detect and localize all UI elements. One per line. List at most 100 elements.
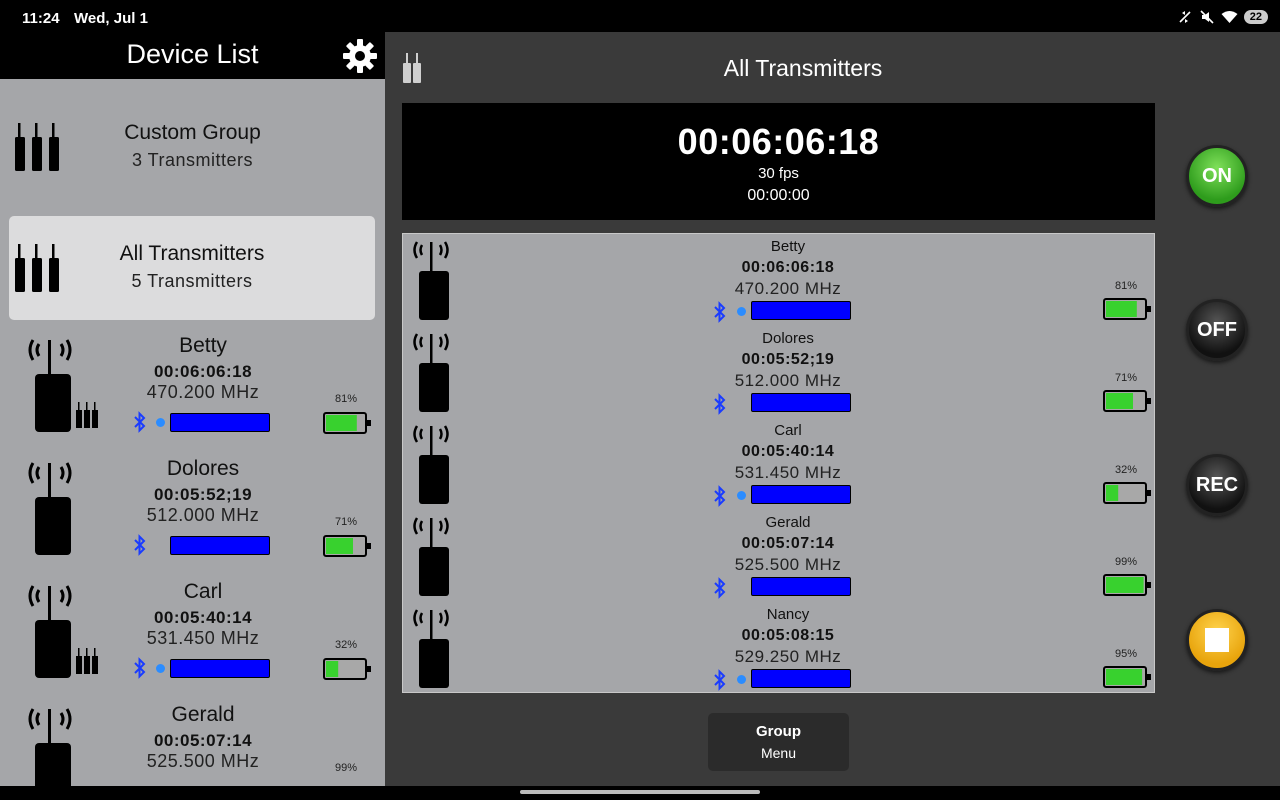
battery-percent: 71% (334, 516, 358, 528)
timecode-sub: 00:00:00 (747, 187, 810, 204)
transmitter-name: Carl (774, 422, 802, 439)
group-name: All Transmitters (119, 242, 265, 265)
rec-button[interactable]: REC (1186, 454, 1248, 516)
rf-level-bar (751, 485, 851, 504)
transmitter-name: Dolores (166, 457, 240, 480)
group-menu-button[interactable]: Group Menu (708, 713, 849, 771)
group-menu-label-1: Group (756, 723, 801, 740)
battery-percent: 99% (334, 762, 358, 774)
page-title: Device List (126, 39, 259, 69)
transmitter-item[interactable]: Dolores 00:05:52;19 512.000 MHz 71% (0, 457, 385, 580)
mute-icon (1200, 10, 1214, 24)
transmitter-timecode: 00:06:06:18 (741, 259, 835, 276)
timecode-main: 00:06:06:18 (677, 121, 880, 162)
transmitter-timecode: 00:05:40:14 (153, 608, 253, 627)
transmitter-timecode: 00:05:52;19 (153, 485, 253, 504)
battery-icon (1103, 390, 1151, 412)
transmitter-frequency: 470.200 MHz (734, 279, 842, 298)
off-button[interactable]: OFF (1186, 299, 1248, 361)
transmitter-frequency: 470.200 MHz (146, 382, 260, 402)
transmitter-name: Betty (179, 334, 227, 357)
transmitter-timecode: 00:06:06:18 (153, 362, 253, 381)
transmitter-icon (413, 241, 449, 320)
transmitter-name: Gerald (171, 703, 235, 726)
transmitter-row[interactable]: Nancy 00:05:08:15 529.250 MHz 95% (403, 602, 1156, 694)
rf-level-bar (751, 577, 851, 596)
no-sync-icon (1179, 11, 1191, 23)
stop-button[interactable] (1186, 609, 1248, 671)
transmitter-timecode: 00:05:07:14 (153, 731, 253, 750)
device-list-header: Device List (0, 32, 385, 79)
battery-percent: 71% (1114, 372, 1138, 384)
gear-icon[interactable] (342, 38, 378, 74)
transmitter-name: Dolores (762, 330, 814, 347)
status-time: 11:24 (22, 10, 60, 27)
battery-icon (323, 535, 371, 557)
battery-icon (1103, 574, 1151, 596)
transmitter-list: Betty 00:06:06:18 470.200 MHz 81% Dolore… (402, 233, 1155, 693)
transmitter-icon (28, 585, 72, 678)
transmitter-row[interactable]: Carl 00:05:40:14 531.450 MHz 32% (403, 418, 1156, 510)
transmitter-timecode: 00:05:08:15 (741, 627, 835, 644)
navigation-bar (0, 786, 1280, 800)
transmitter-pair-icon (403, 53, 421, 83)
transmitter-icon (28, 462, 72, 555)
status-date: Wed, Jul 1 (74, 10, 148, 27)
transmitter-timecode: 00:05:07:14 (741, 535, 835, 552)
transmitter-icon (28, 708, 72, 786)
bluetooth-dot (737, 307, 746, 316)
battery-percent: 32% (334, 639, 358, 651)
group-count: 3 Transmitters (131, 150, 254, 170)
bluetooth-icon (714, 577, 726, 599)
bluetooth-dot (156, 418, 165, 427)
group-count: 5 Transmitters (131, 271, 253, 291)
bluetooth-dot (737, 675, 746, 684)
status-bar: 11:24 Wed, Jul 1 22 (0, 0, 1280, 32)
transmitter-row[interactable]: Dolores 00:05:52;19 512.000 MHz 71% (403, 326, 1156, 418)
battery-icon (323, 658, 371, 680)
group-all-transmitters[interactable]: All Transmitters 5 Transmitters (9, 216, 375, 320)
battery-percent: 81% (334, 393, 358, 405)
transmitter-item[interactable]: Betty 00:06:06:18 470.200 MHz 81% (0, 334, 385, 457)
transmitter-name: Betty (770, 238, 806, 255)
transmitter-name: Gerald (765, 514, 811, 531)
transmitter-item[interactable]: Carl 00:05:40:14 531.450 MHz 32% (0, 580, 385, 703)
bluetooth-dot (156, 664, 165, 673)
battery-percent: 81% (1114, 280, 1138, 292)
transmitter-icon (28, 339, 72, 432)
transmitter-item[interactable]: Gerald 00:05:07:14 525.500 MHz 99% (0, 703, 385, 786)
timecode-fps: 30 fps (758, 165, 799, 182)
device-list-panel: Device List Custom Group 3 Transmitters … (0, 32, 385, 786)
group-title: All Transmitters (723, 55, 883, 81)
bluetooth-icon (714, 669, 726, 691)
wifi-icon (1221, 11, 1238, 23)
bluetooth-dot (737, 491, 746, 500)
transmitter-icon (413, 609, 449, 688)
transmitter-name: Nancy (766, 606, 810, 623)
home-handle[interactable] (520, 790, 760, 794)
transmitter-frequency: 512.000 MHz (734, 371, 842, 390)
timecode-display: 00:06:06:18 30 fps 00:00:00 (402, 103, 1155, 220)
group-member-icon (76, 402, 98, 428)
bluetooth-icon (134, 657, 146, 679)
rf-level-bar (751, 301, 851, 320)
transmitter-icon (413, 517, 449, 596)
on-button[interactable]: ON (1186, 145, 1248, 207)
transmitter-frequency: 525.500 MHz (734, 555, 842, 574)
group-detail-panel: All Transmitters 00:06:06:18 30 fps 00:0… (385, 32, 1280, 786)
bluetooth-icon (714, 485, 726, 507)
bluetooth-icon (134, 534, 146, 556)
battery-icon: 22 (1243, 10, 1268, 24)
group-custom[interactable]: Custom Group 3 Transmitters (0, 83, 385, 187)
transmitter-icon (413, 333, 449, 412)
battery-percent: 32% (1114, 464, 1138, 476)
bluetooth-icon (714, 301, 726, 323)
transmitter-frequency: 531.450 MHz (146, 628, 260, 648)
transmitter-icon (413, 425, 449, 504)
group-name: Custom Group (124, 121, 261, 144)
rf-level-bar (170, 536, 270, 555)
status-icons: 22 (1177, 9, 1268, 25)
transmitter-frequency: 525.500 MHz (146, 751, 260, 771)
transmitter-row[interactable]: Gerald 00:05:07:14 525.500 MHz 99% (403, 510, 1156, 602)
transmitter-row[interactable]: Betty 00:06:06:18 470.200 MHz 81% (403, 234, 1156, 326)
